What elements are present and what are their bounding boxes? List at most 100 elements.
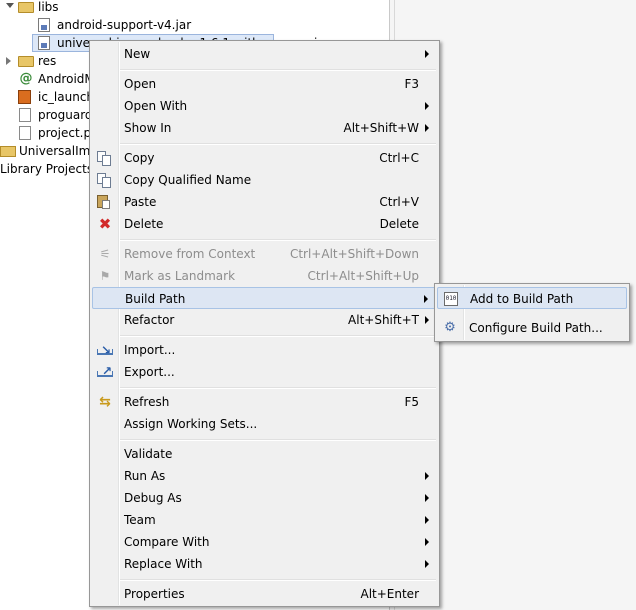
menu-item-mark-as-landmark: ⚑ Mark as Landmark Ctrl+Alt+Shift+Up (92, 265, 437, 287)
menu-item-open-with[interactable]: Open With (92, 95, 437, 117)
menu-item-configure-build-path[interactable]: ⚙ Configure Build Path... (437, 317, 627, 339)
menu-item-label: Assign Working Sets... (124, 417, 258, 431)
jar-icon (38, 18, 50, 32)
menu-item-label: Export... (124, 365, 175, 379)
menu-item-paste[interactable]: Paste Ctrl+V (92, 191, 437, 213)
submenu-arrow-icon (425, 494, 429, 502)
menu-item-label: Refresh (124, 395, 170, 409)
menu-item-shortcut: Ctrl+V (379, 195, 419, 209)
submenu-arrow-icon (424, 295, 428, 303)
menu-item-label: Paste (124, 195, 157, 209)
menu-item-shortcut: Ctrl+C (379, 151, 419, 165)
tree-item-label: android-support-v4.jar (57, 18, 192, 32)
menu-item-validate[interactable]: Validate (92, 443, 437, 465)
menu-item-label: Import... (124, 343, 176, 357)
menu-separator (120, 143, 436, 145)
menu-item-open[interactable]: Open F3 (92, 73, 437, 95)
menu-item-copy[interactable]: Copy Ctrl+C (92, 147, 437, 169)
menu-item-shortcut: Alt+Shift+T (348, 313, 419, 327)
menu-item-label: Validate (124, 447, 173, 461)
menu-item-shortcut: Alt+Shift+W (343, 121, 420, 135)
submenu-arrow-icon (425, 50, 429, 58)
menu-item-label: Refactor (124, 313, 175, 327)
menu-item-label: Open With (124, 99, 188, 113)
context-menu: New Open F3 Open With Show In Alt+Shift+… (89, 40, 440, 607)
menu-item-shortcut: Ctrl+Alt+Shift+Down (289, 247, 419, 261)
menu-item-copy-qualified-name[interactable]: Copy Qualified Name (92, 169, 437, 191)
menu-item-label: Add to Build Path (470, 292, 574, 306)
menu-item-shortcut: F5 (404, 395, 419, 409)
menu-item-label: Debug As (124, 491, 182, 505)
copy-qualified-icon (97, 173, 111, 188)
tree-item-label: res (38, 54, 57, 68)
text-file-icon (19, 126, 31, 140)
menu-separator (120, 439, 436, 441)
menu-item-label: New (124, 47, 151, 61)
project-folder-icon (0, 146, 16, 157)
menu-item-label: Remove from Context (124, 247, 256, 261)
submenu-arrow-icon (425, 538, 429, 546)
add-to-build-path-icon: 010 (444, 292, 458, 306)
menu-item-label: Copy (124, 151, 155, 165)
tree-item-label: Library Projects (0, 162, 94, 176)
menu-separator (120, 69, 436, 71)
menu-item-shortcut: F3 (404, 77, 419, 91)
menu-item-label: Configure Build Path... (469, 321, 603, 335)
menu-item-import[interactable]: Import... (92, 339, 437, 361)
menu-item-delete[interactable]: ✖ Delete Delete (92, 213, 437, 235)
menu-item-debug-as[interactable]: Debug As (92, 487, 437, 509)
import-icon (97, 339, 113, 361)
menu-item-label: Mark as Landmark (124, 269, 236, 283)
menu-item-export[interactable]: Export... (92, 360, 437, 383)
menu-item-replace-with[interactable]: Replace With (92, 553, 437, 575)
submenu-arrow-icon (425, 316, 429, 324)
paste-icon (97, 195, 110, 209)
submenu-arrow-icon (425, 472, 429, 480)
delete-icon: ✖ (98, 215, 112, 233)
menu-item-label: Run As (124, 469, 166, 483)
xml-file-icon: @ (19, 71, 33, 86)
menu-item-label: Team (124, 513, 156, 527)
menu-separator (120, 239, 436, 241)
menu-item-label: Properties (124, 587, 185, 601)
tree-item-android-support-jar[interactable]: android-support-v4.jar (0, 16, 389, 34)
folder-icon (18, 56, 34, 67)
menu-item-assign-working-sets[interactable]: Assign Working Sets... (92, 413, 437, 435)
menu-item-label: Compare With (124, 535, 210, 549)
image-file-icon (18, 90, 31, 104)
menu-item-refresh[interactable]: ⇆ Refresh F5 (92, 391, 437, 413)
submenu-arrow-icon (425, 102, 429, 110)
remove-context-icon: ⚟ (99, 247, 111, 261)
submenu-arrow-icon (425, 124, 429, 132)
menu-item-refactor[interactable]: Refactor Alt+Shift+T (92, 309, 437, 331)
menu-item-show-in[interactable]: Show In Alt+Shift+W (92, 117, 437, 139)
configure-build-path-icon: ⚙ (444, 320, 456, 335)
menu-item-add-to-build-path[interactable]: 010 Add to Build Path (437, 287, 627, 309)
submenu-arrow-icon (425, 560, 429, 568)
menu-item-shortcut: Ctrl+Alt+Shift+Up (307, 269, 419, 283)
collapse-twisty-icon[interactable] (6, 57, 11, 65)
landmark-icon: ⚑ (99, 269, 111, 283)
tree-item-libs[interactable]: libs (0, 0, 389, 16)
submenu-arrow-icon (425, 516, 429, 524)
menu-item-label: Open (124, 77, 157, 91)
menu-item-run-as[interactable]: Run As (92, 465, 437, 487)
menu-item-label: Delete (124, 217, 164, 231)
menu-item-label: Build Path (125, 292, 186, 306)
menu-separator (120, 579, 436, 581)
tree-item-label: libs (38, 0, 59, 14)
menu-item-build-path[interactable]: Build Path (92, 287, 437, 309)
menu-item-shortcut: Delete (379, 217, 419, 231)
menu-item-shortcut: Alt+Enter (360, 587, 419, 601)
menu-item-new[interactable]: New (92, 43, 437, 65)
menu-item-team[interactable]: Team (92, 509, 437, 531)
copy-icon (97, 151, 111, 166)
export-icon (97, 360, 113, 382)
menu-item-remove-from-context: ⚟ Remove from Context Ctrl+Alt+Shift+Dow… (92, 243, 437, 265)
menu-item-properties[interactable]: Properties Alt+Enter (92, 583, 437, 605)
expand-twisty-icon[interactable] (6, 3, 14, 8)
menu-separator (120, 387, 436, 389)
menu-item-compare-with[interactable]: Compare With (92, 531, 437, 553)
menu-item-label: Replace With (124, 557, 203, 571)
text-file-icon (19, 108, 31, 122)
